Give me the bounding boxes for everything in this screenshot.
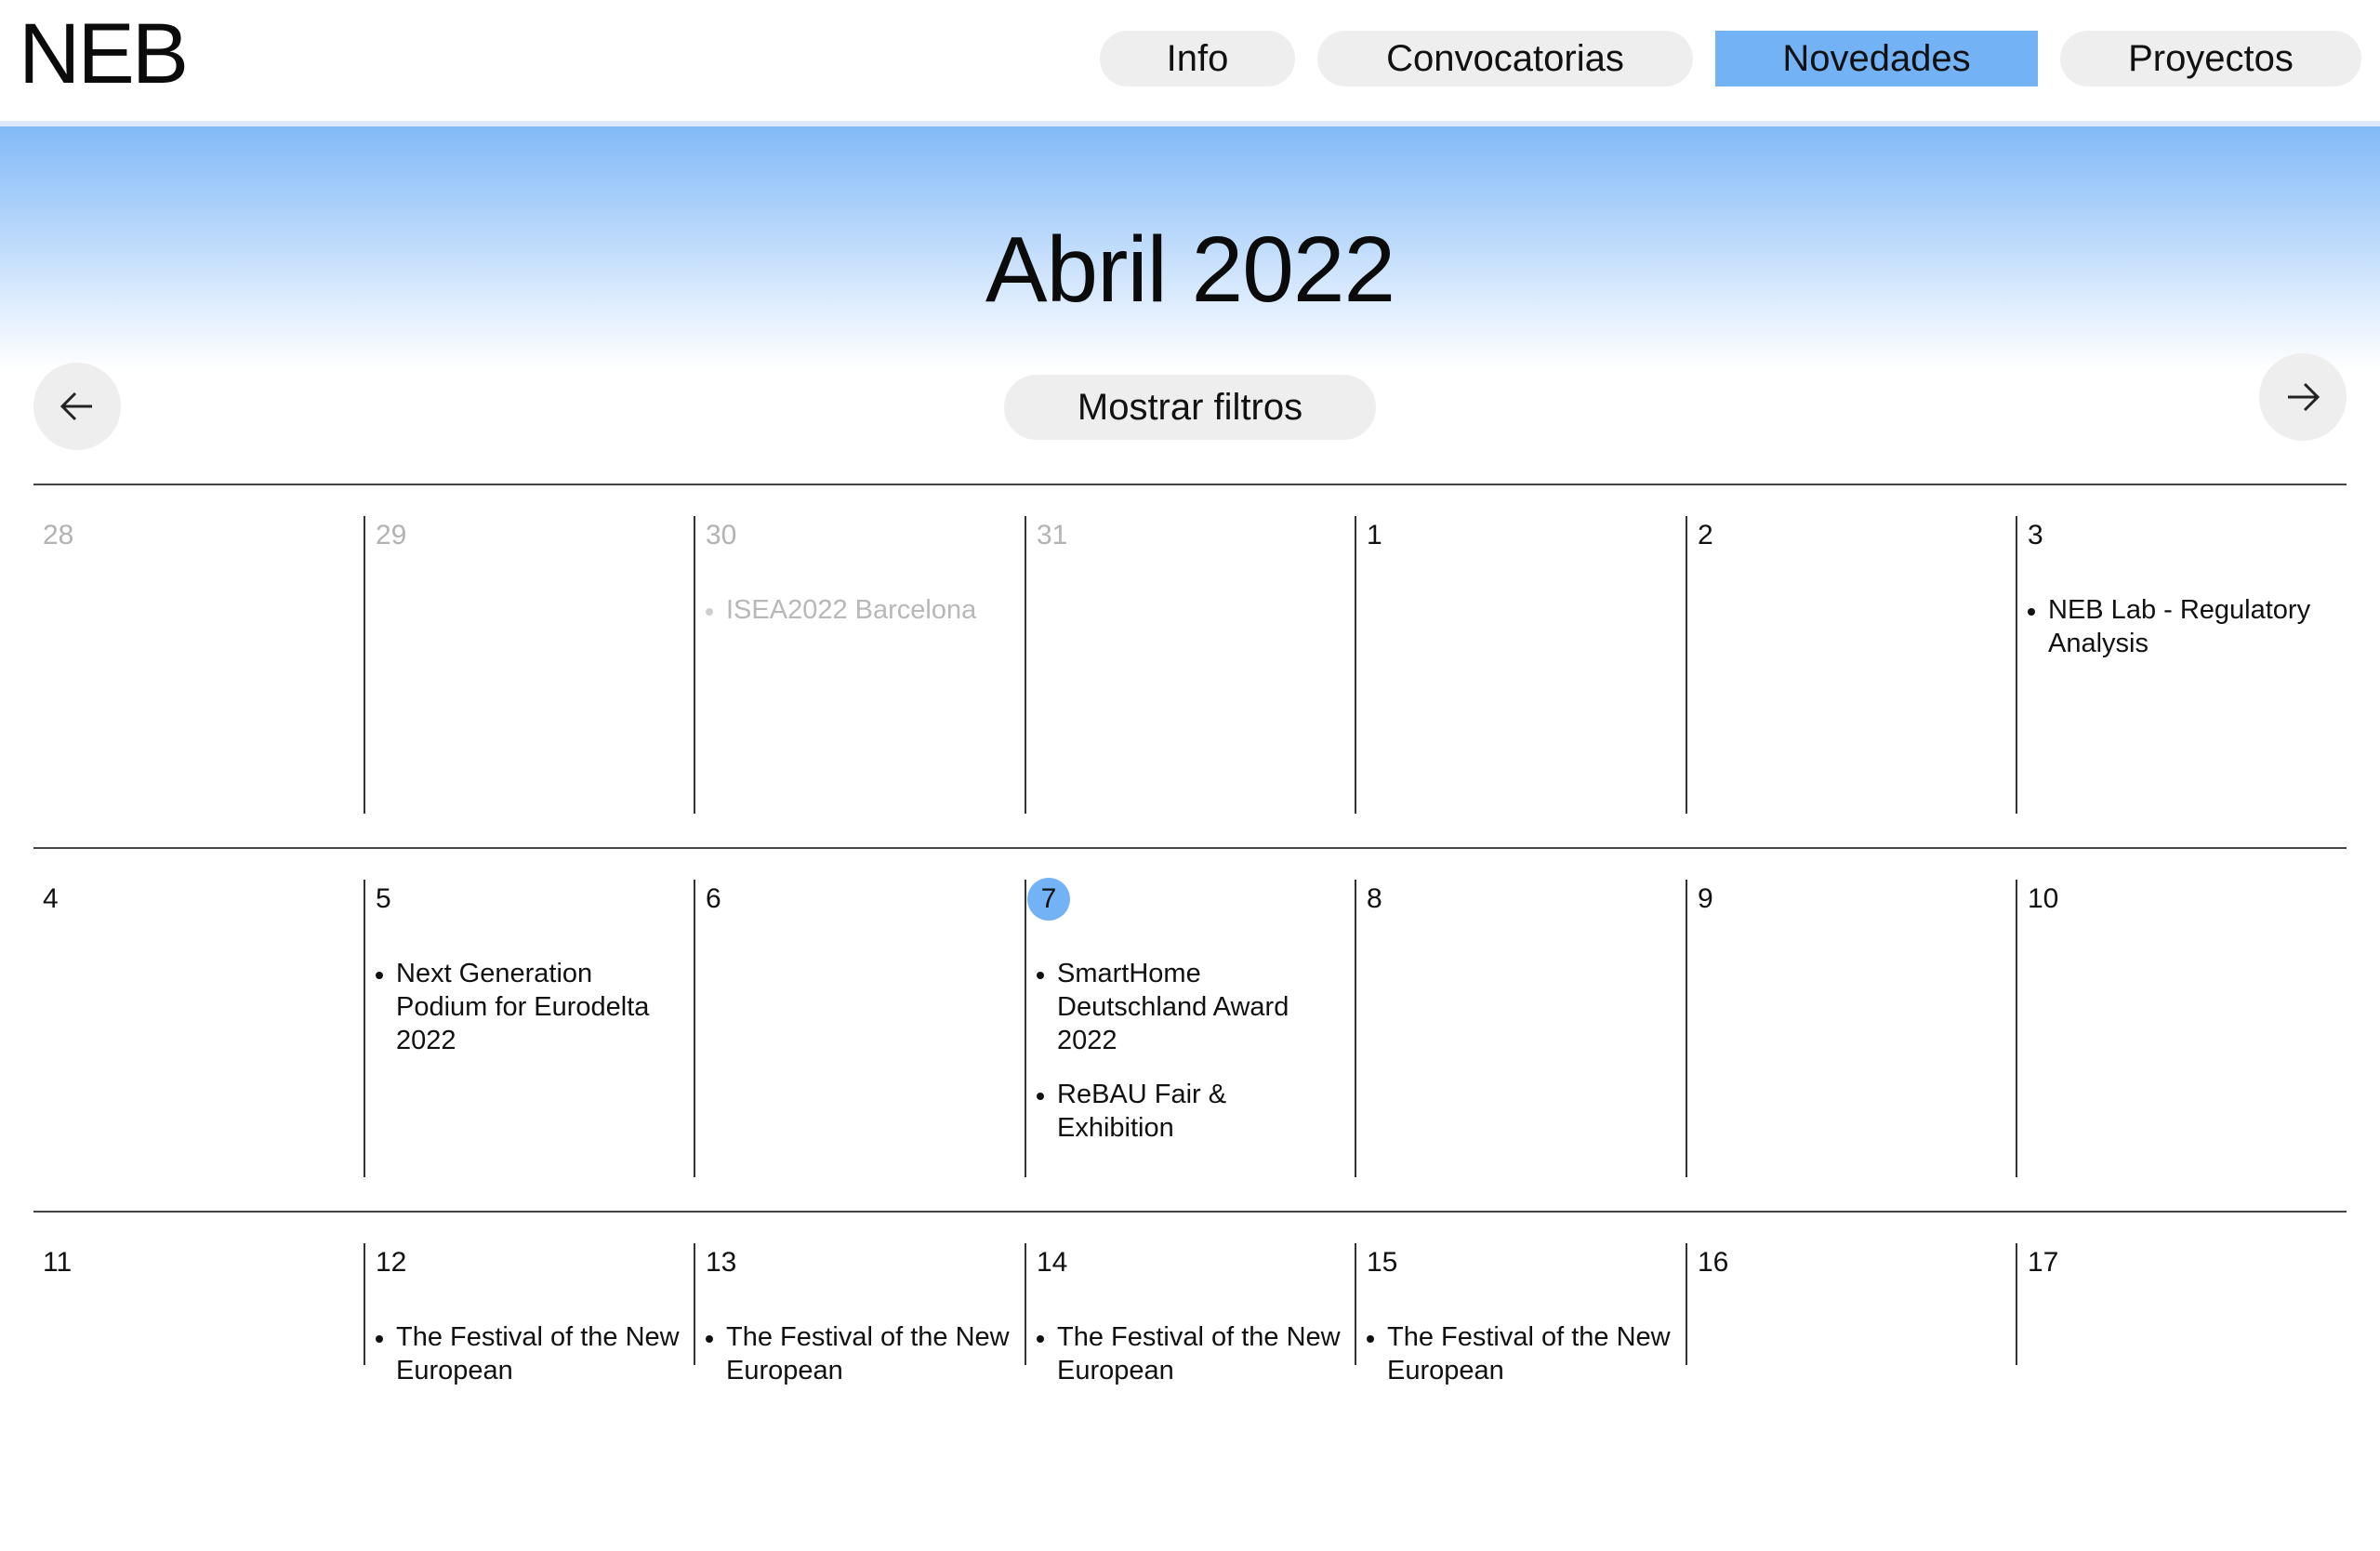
arrow-right-icon bbox=[2288, 382, 2320, 412]
day-separator bbox=[2016, 516, 2017, 814]
event-list: ISEA2022 Barcelona bbox=[706, 593, 976, 647]
day-separator bbox=[2016, 1243, 2017, 1365]
event-link[interactable]: SmartHome Deutschland Award 2022 bbox=[1037, 957, 1344, 1057]
day-cell[interactable]: 14 The Festival of the New European bbox=[1037, 1244, 1344, 1551]
event-list: Next Generation Podium for Eurodelta 202… bbox=[376, 957, 683, 1078]
day-number: 5 bbox=[376, 883, 391, 914]
day-cell[interactable]: 3 NEB Lab - Regulatory Analysis bbox=[2028, 517, 2335, 824]
event-list: The Festival of the New European bbox=[706, 1320, 1013, 1408]
event-link[interactable]: ISEA2022 Barcelona bbox=[706, 593, 976, 627]
day-separator bbox=[1025, 880, 1026, 1177]
day-separator bbox=[1355, 516, 1356, 814]
event-link[interactable]: The Festival of the New European bbox=[1037, 1320, 1344, 1387]
nav-convocatorias[interactable]: Convocatorias bbox=[1317, 31, 1693, 86]
day-number: 10 bbox=[2028, 883, 2059, 914]
nav-novedades[interactable]: Novedades bbox=[1715, 31, 2038, 86]
day-cell[interactable]: 11 bbox=[43, 1244, 350, 1551]
event-link[interactable]: The Festival of the New European bbox=[706, 1320, 1013, 1387]
day-cell[interactable]: 17 bbox=[2028, 1244, 2335, 1551]
day-number: 3 bbox=[2028, 520, 2043, 550]
top-bar: NEB Info Convocatorias Novedades Proyect… bbox=[0, 0, 2380, 121]
day-number: 6 bbox=[706, 883, 721, 914]
event-list: The Festival of the New European bbox=[376, 1320, 683, 1408]
day-number: 14 bbox=[1037, 1247, 1068, 1278]
banner-divider bbox=[0, 121, 2380, 126]
day-cell[interactable]: 8 bbox=[1367, 881, 1674, 1187]
event-list: NEB Lab - Regulatory Analysis bbox=[2028, 593, 2335, 681]
event-link[interactable]: NEB Lab - Regulatory Analysis bbox=[2028, 593, 2335, 660]
day-number: 13 bbox=[706, 1247, 737, 1278]
week-divider bbox=[33, 1211, 2347, 1213]
day-separator bbox=[1686, 516, 1687, 814]
day-cell[interactable]: 13 The Festival of the New European bbox=[706, 1244, 1013, 1551]
day-cell[interactable]: 7 SmartHome Deutschland Award 2022 ReBAU F… bbox=[1027, 878, 1344, 1187]
day-cell[interactable]: 31 bbox=[1037, 517, 1344, 824]
day-separator bbox=[2016, 880, 2017, 1177]
day-separator bbox=[364, 1243, 365, 1365]
nav-proyectos[interactable]: Proyectos bbox=[2060, 31, 2361, 86]
today-day-number: 7 bbox=[1027, 878, 1070, 921]
day-number: 16 bbox=[1698, 1247, 1729, 1278]
event-link[interactable]: Next Generation Podium for Eurodelta 202… bbox=[376, 957, 683, 1057]
day-cell[interactable]: 16 bbox=[1698, 1244, 2005, 1551]
day-number: 2 bbox=[1698, 520, 1713, 550]
day-cell[interactable]: 29 bbox=[376, 517, 683, 824]
day-number: 8 bbox=[1367, 883, 1382, 914]
day-number: 30 bbox=[706, 520, 737, 550]
day-cell[interactable]: 15 The Festival of the New European bbox=[1367, 1244, 1674, 1551]
event-link[interactable]: The Festival of the New European bbox=[376, 1320, 683, 1387]
week-divider bbox=[33, 847, 2347, 849]
site-logo[interactable]: NEB bbox=[19, 7, 189, 100]
day-separator bbox=[1686, 1243, 1687, 1365]
day-separator bbox=[694, 1243, 695, 1365]
prev-month-button[interactable] bbox=[33, 363, 121, 450]
day-cell[interactable]: 30 ISEA2022 Barcelona bbox=[706, 517, 1013, 824]
day-number: 12 bbox=[376, 1247, 407, 1278]
day-separator bbox=[364, 880, 365, 1177]
day-cell[interactable]: 4 bbox=[43, 881, 350, 1187]
day-number: 15 bbox=[1367, 1247, 1398, 1278]
day-number: 28 bbox=[43, 520, 74, 550]
day-separator bbox=[694, 516, 695, 814]
week-divider bbox=[33, 484, 2347, 485]
event-list: The Festival of the New European bbox=[1367, 1320, 1674, 1408]
arrow-left-icon bbox=[60, 391, 92, 421]
day-separator bbox=[1025, 516, 1026, 814]
show-filters-button[interactable]: Mostrar filtros bbox=[1004, 375, 1376, 440]
event-link[interactable]: The Festival of the New European bbox=[1367, 1320, 1674, 1387]
day-cell[interactable]: 9 bbox=[1698, 881, 2005, 1187]
day-cell[interactable]: 10 bbox=[2028, 881, 2335, 1187]
day-cell[interactable]: 6 bbox=[706, 881, 1013, 1187]
day-number: 11 bbox=[43, 1247, 73, 1278]
event-list: SmartHome Deutschland Award 2022 ReBAU Fa… bbox=[1037, 957, 1344, 1165]
event-list: The Festival of the New European bbox=[1037, 1320, 1344, 1408]
day-number: 31 bbox=[1037, 520, 1068, 550]
day-cell[interactable]: 2 bbox=[1698, 517, 2005, 824]
day-separator bbox=[364, 516, 365, 814]
day-separator bbox=[1355, 880, 1356, 1177]
day-cell[interactable]: 28 bbox=[43, 517, 350, 824]
day-number: 1 bbox=[1367, 520, 1382, 550]
day-number: 29 bbox=[376, 520, 407, 550]
day-cell[interactable]: 5 Next Generation Podium for Eurodelta 20… bbox=[376, 881, 683, 1187]
month-title: Abril 2022 bbox=[985, 218, 1395, 322]
day-number: 17 bbox=[2028, 1247, 2059, 1278]
day-separator bbox=[1686, 880, 1687, 1177]
day-cell[interactable]: 12 The Festival of the New European bbox=[376, 1244, 683, 1551]
day-separator bbox=[694, 880, 695, 1177]
day-number: 9 bbox=[1698, 883, 1713, 914]
event-link[interactable]: ReBAU Fair & Exhibition bbox=[1037, 1078, 1344, 1145]
day-number: 4 bbox=[43, 883, 59, 914]
nav-info[interactable]: Info bbox=[1100, 31, 1295, 86]
day-separator bbox=[1355, 1243, 1356, 1365]
day-separator bbox=[1025, 1243, 1026, 1365]
next-month-button[interactable] bbox=[2259, 353, 2347, 441]
day-cell[interactable]: 1 bbox=[1367, 517, 1674, 824]
